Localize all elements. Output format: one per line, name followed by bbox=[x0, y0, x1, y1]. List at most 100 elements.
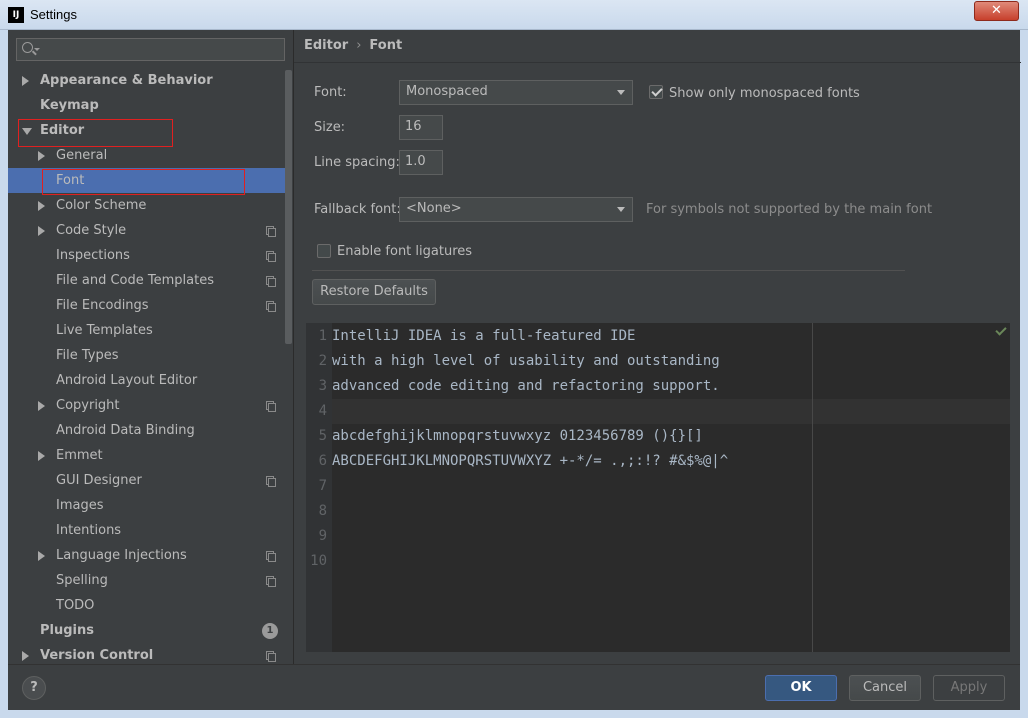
checkmark-icon bbox=[995, 324, 1007, 336]
ligatures-label[interactable]: Enable font ligatures bbox=[337, 244, 472, 259]
size-label: Size: bbox=[314, 120, 346, 135]
sidebar-item-todo[interactable]: TODO bbox=[8, 593, 293, 618]
fallback-font-value: <None> bbox=[406, 201, 462, 216]
sidebar-item-intentions[interactable]: Intentions bbox=[8, 518, 293, 543]
scrollbar-thumb[interactable] bbox=[285, 70, 292, 344]
project-settings-icon bbox=[266, 576, 276, 587]
preview-code-line: IntelliJ IDEA is a full-featured IDE bbox=[332, 328, 636, 344]
cancel-button[interactable]: Cancel bbox=[849, 675, 921, 701]
sidebar-item-label: File and Code Templates bbox=[56, 273, 214, 288]
sidebar-item-plugins[interactable]: Plugins 1 bbox=[8, 618, 293, 643]
sidebar-item-label: Images bbox=[56, 498, 104, 513]
sidebar-item-file-types[interactable]: File Types bbox=[8, 343, 293, 368]
line-number: 10 bbox=[310, 553, 327, 569]
help-button[interactable]: ? bbox=[22, 676, 46, 700]
line-number: 3 bbox=[318, 378, 327, 394]
sidebar-item-file-and-code-templates[interactable]: File and Code Templates bbox=[8, 268, 293, 293]
chevron-right-icon[interactable] bbox=[38, 401, 45, 411]
sidebar-item-images[interactable]: Images bbox=[8, 493, 293, 518]
sidebar-item-label: Android Layout Editor bbox=[56, 373, 198, 388]
project-settings-icon bbox=[266, 401, 276, 412]
project-settings-icon bbox=[266, 651, 276, 662]
fallback-font-label: Fallback font: bbox=[314, 202, 401, 217]
close-button[interactable]: ✕ bbox=[974, 1, 1019, 21]
sidebar-scrollbar[interactable] bbox=[285, 70, 293, 664]
font-preview-editor[interactable]: 1 IntelliJ IDEA is a full-featured IDE 2 wi… bbox=[306, 323, 1010, 652]
title-bar: IJ Settings ✕ bbox=[0, 0, 1028, 30]
sidebar-item-color-scheme[interactable]: Color Scheme bbox=[8, 193, 293, 218]
chevron-right-icon[interactable] bbox=[22, 651, 29, 661]
sidebar-item-label: Copyright bbox=[56, 398, 120, 413]
sidebar-item-label: Intentions bbox=[56, 523, 122, 538]
sidebar-item-live-templates[interactable]: Live Templates bbox=[8, 318, 293, 343]
sidebar-item-label: Language Injections bbox=[56, 548, 187, 563]
line-spacing-field[interactable]: 1.0 bbox=[399, 150, 443, 175]
chevron-right-icon[interactable] bbox=[22, 76, 29, 86]
sidebar-item-label: Android Data Binding bbox=[56, 423, 195, 438]
show-monospaced-checkbox[interactable] bbox=[649, 85, 663, 99]
sidebar-item-inspections[interactable]: Inspections bbox=[8, 243, 293, 268]
project-settings-icon bbox=[266, 301, 276, 312]
sidebar-item-general[interactable]: General bbox=[8, 143, 293, 168]
restore-defaults-button[interactable]: Restore Defaults bbox=[312, 279, 436, 305]
settings-sidebar: Appearance & Behavior Keymap Editor General… bbox=[8, 30, 293, 664]
chevron-down-icon[interactable] bbox=[22, 128, 32, 135]
search-icon bbox=[22, 42, 33, 53]
sidebar-item-label: File Encodings bbox=[56, 298, 149, 313]
sidebar-item-keymap[interactable]: Keymap bbox=[8, 93, 293, 118]
sidebar-item-label: Code Style bbox=[56, 223, 127, 238]
sidebar-item-emmet[interactable]: Emmet bbox=[8, 443, 293, 468]
divider bbox=[312, 270, 905, 271]
line-number: 4 bbox=[318, 403, 327, 419]
show-monospaced-label[interactable]: Show only monospaced fonts bbox=[669, 86, 860, 101]
sidebar-item-label: Spelling bbox=[56, 573, 108, 588]
apply-button[interactable]: Apply bbox=[933, 675, 1005, 701]
font-label: Font: bbox=[314, 85, 347, 100]
sidebar-item-label: Live Templates bbox=[56, 323, 153, 338]
ok-button[interactable]: OK bbox=[765, 675, 837, 701]
line-spacing-label: Line spacing: bbox=[314, 155, 400, 170]
sidebar-item-label: Emmet bbox=[56, 448, 103, 463]
sidebar-item-version-control[interactable]: Version Control bbox=[8, 643, 293, 664]
sidebar-item-copyright[interactable]: Copyright bbox=[8, 393, 293, 418]
fallback-font-select[interactable]: <None> bbox=[399, 197, 633, 222]
sidebar-item-label: Color Scheme bbox=[56, 198, 147, 213]
sidebar-item-editor[interactable]: Editor bbox=[8, 118, 293, 143]
ligatures-checkbox[interactable] bbox=[317, 244, 331, 258]
sidebar-item-file-encodings[interactable]: File Encodings bbox=[8, 293, 293, 318]
sidebar-item-spelling[interactable]: Spelling bbox=[8, 568, 293, 593]
project-settings-icon bbox=[266, 226, 276, 237]
chevron-right-icon[interactable] bbox=[38, 201, 45, 211]
chevron-down-icon bbox=[617, 207, 625, 212]
close-icon: ✕ bbox=[991, 3, 1002, 18]
chevron-right-icon[interactable] bbox=[38, 226, 45, 236]
sidebar-item-label: Appearance & Behavior bbox=[40, 73, 213, 88]
search-input[interactable] bbox=[16, 38, 285, 61]
sidebar-item-language-injections[interactable]: Language Injections bbox=[8, 543, 293, 568]
fallback-hint: For symbols not supported by the main fo… bbox=[646, 202, 933, 217]
size-field[interactable]: 16 bbox=[399, 115, 443, 140]
intellij-icon: IJ bbox=[8, 7, 24, 23]
sidebar-item-appearance-behavior[interactable]: Appearance & Behavior bbox=[8, 68, 293, 93]
font-select[interactable]: Monospaced bbox=[399, 80, 633, 105]
chevron-right-icon[interactable] bbox=[38, 551, 45, 561]
project-settings-icon bbox=[266, 476, 276, 487]
preview-code-line: with a high level of usability and outst… bbox=[332, 353, 720, 369]
sidebar-item-font[interactable]: Font bbox=[8, 168, 293, 193]
window-frame-right bbox=[1020, 30, 1028, 718]
sidebar-item-android-data-binding[interactable]: Android Data Binding bbox=[8, 418, 293, 443]
right-margin-guide bbox=[812, 323, 813, 652]
sidebar-item-android-layout-editor[interactable]: Android Layout Editor bbox=[8, 368, 293, 393]
project-settings-icon bbox=[266, 251, 276, 262]
line-number: 9 bbox=[318, 528, 327, 544]
sidebar-item-label: Font bbox=[56, 173, 85, 188]
sidebar-item-code-style[interactable]: Code Style bbox=[8, 218, 293, 243]
preview-code-line: abcdefghijklmnopqrstuvwxyz 0123456789 ()… bbox=[332, 428, 703, 444]
sidebar-item-label: GUI Designer bbox=[56, 473, 142, 488]
window-frame-left bbox=[0, 30, 8, 718]
line-number: 1 bbox=[318, 328, 327, 344]
chevron-right-icon[interactable] bbox=[38, 151, 45, 161]
sidebar-item-gui-designer[interactable]: GUI Designer bbox=[8, 468, 293, 493]
breadcrumb-parent[interactable]: Editor bbox=[304, 38, 348, 53]
chevron-right-icon[interactable] bbox=[38, 451, 45, 461]
